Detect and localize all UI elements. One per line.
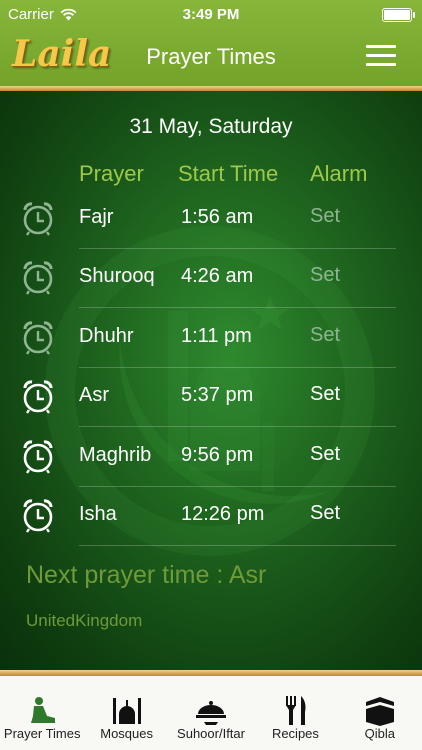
prayer-name: Dhuhr xyxy=(79,324,134,347)
prayer-times-panel: 31 May, Saturday Prayer Start Time Alarm… xyxy=(0,91,422,670)
row-divider xyxy=(79,545,396,546)
tab-mosques[interactable]: Mosques xyxy=(84,676,168,750)
prayer-row-maghrib: Maghrib 9:56 pm Set xyxy=(0,427,422,487)
alarm-set-button[interactable]: Set xyxy=(310,502,340,525)
alarm-set-button[interactable]: Set xyxy=(310,443,340,466)
prayer-start-time: 5:37 pm xyxy=(181,384,254,407)
prayer-row-fajr: Fajr 1:56 am Set xyxy=(0,189,422,249)
tab-bar: Prayer Times Mosques Suhoor/Iftar Recipe… xyxy=(0,676,422,750)
prayer-name: Asr xyxy=(79,384,109,407)
column-header-start-time: Start Time xyxy=(178,161,279,186)
prayer-row-asr: Asr 5:37 pm Set xyxy=(0,367,422,428)
alarm-clock-icon[interactable] xyxy=(20,378,56,414)
alarm-clock-icon[interactable] xyxy=(20,200,56,236)
menu-button[interactable] xyxy=(366,45,396,67)
prayer-start-time: 9:56 pm xyxy=(181,443,254,466)
next-prayer-text: Next prayer time : Asr xyxy=(26,561,267,589)
prayer-start-time: 12:26 pm xyxy=(181,503,265,525)
tab-suhoor-iftar[interactable]: Suhoor/Iftar xyxy=(169,676,253,750)
prayer-row-shurooq: Shurooq 4:26 am Set xyxy=(0,248,422,309)
prayer-name: Fajr xyxy=(79,206,114,228)
tab-label: Qibla xyxy=(364,726,395,741)
alarm-set-button[interactable]: Set xyxy=(310,205,340,228)
location-text: UnitedKingdom xyxy=(26,611,143,630)
prayer-icon xyxy=(31,697,56,723)
tab-prayer-times[interactable]: Prayer Times xyxy=(0,676,84,750)
alarm-set-button[interactable]: Set xyxy=(310,324,340,347)
prayer-start-time: 1:11 pm xyxy=(181,324,252,347)
mosque-icon xyxy=(112,698,141,724)
kaaba-icon xyxy=(365,697,394,726)
tab-label: Prayer Times xyxy=(3,726,81,741)
menu-icon xyxy=(366,45,396,48)
food-dish-icon xyxy=(196,701,227,725)
prayer-row-dhuhr: Dhuhr 1:11 pm Set xyxy=(0,308,422,368)
prayer-name: Shurooq xyxy=(79,265,155,288)
alarm-clock-icon[interactable] xyxy=(20,497,56,533)
top-bar: Carrier 3:49 PM Laila Prayer Times xyxy=(0,0,422,88)
alarm-clock-icon[interactable] xyxy=(20,259,56,296)
alarm-set-button[interactable]: Set xyxy=(310,383,340,406)
alarm-clock-icon[interactable] xyxy=(20,438,56,474)
prayer-row-isha: Isha 12:26 pm Set xyxy=(0,486,422,546)
prayer-start-time: 1:56 am xyxy=(181,206,254,228)
tab-label: Mosques xyxy=(100,726,153,741)
status-bar: Carrier 3:49 PM xyxy=(0,0,422,30)
tab-label: Recipes xyxy=(271,726,319,741)
page-title: Prayer Times xyxy=(146,44,276,69)
prayer-start-time: 4:26 am xyxy=(181,265,254,288)
tab-recipes[interactable]: Recipes xyxy=(253,676,337,750)
fork-knife-icon xyxy=(286,696,306,725)
tab-label: Suhoor/Iftar xyxy=(177,726,245,741)
prayer-name: Isha xyxy=(79,503,117,525)
status-time: 3:49 PM xyxy=(182,6,240,23)
tab-qibla[interactable]: Qibla xyxy=(338,676,422,750)
column-header-alarm: Alarm xyxy=(310,161,368,186)
battery-icon xyxy=(382,8,415,22)
current-date: 31 May, Saturday xyxy=(129,115,293,138)
alarm-clock-icon[interactable] xyxy=(20,319,56,355)
alarm-set-button[interactable]: Set xyxy=(310,264,340,287)
column-header-prayer: Prayer xyxy=(79,161,144,186)
prayer-name: Maghrib xyxy=(79,443,152,466)
